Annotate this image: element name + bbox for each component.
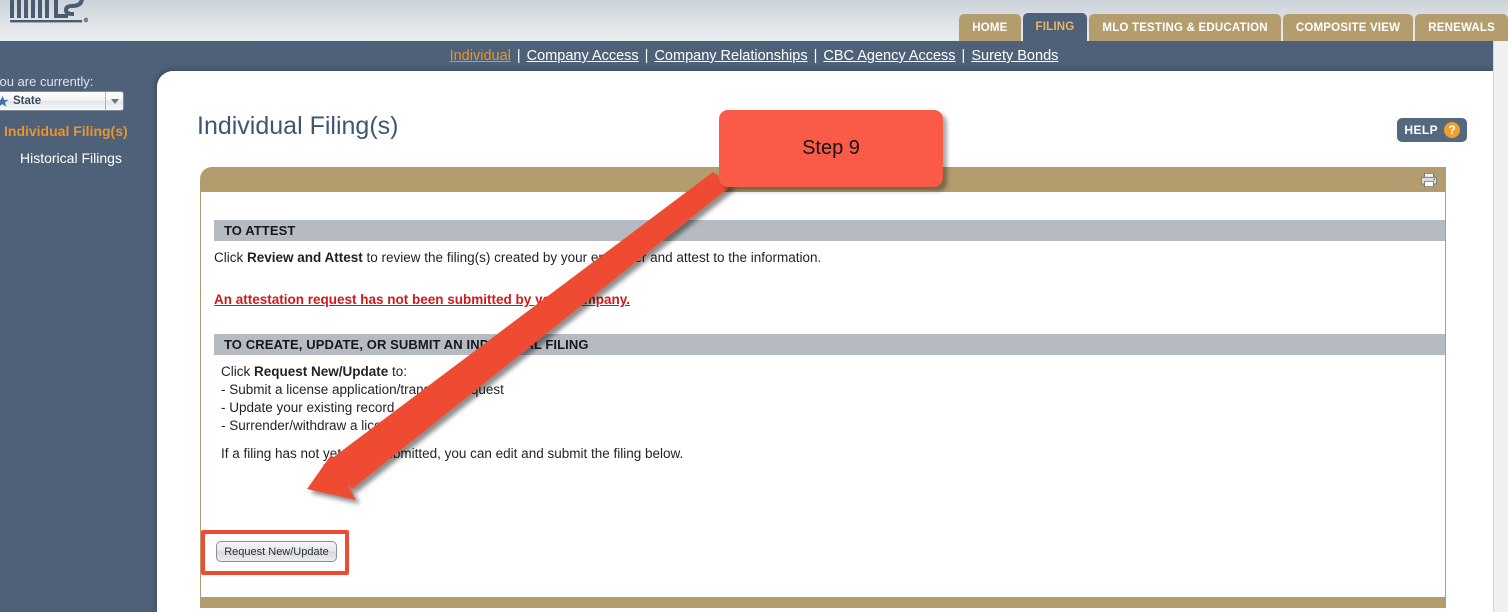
attest-instruction-prefix: Click xyxy=(214,250,247,265)
tab-mlo-testing-education-label: MLO TESTING & EDUCATION xyxy=(1102,21,1268,34)
create-bullet-3: - Surrender/withdraw a license xyxy=(221,418,404,433)
chevron-down-icon[interactable] xyxy=(105,92,123,110)
tab-home[interactable]: HOME xyxy=(959,14,1021,41)
page-title: Individual Filing(s) xyxy=(197,112,399,140)
step-callout-label: Step 9 xyxy=(802,137,860,159)
section-header-to-create: TO CREATE, UPDATE, OR SUBMIT AN INDIVIDU… xyxy=(214,334,1445,355)
subnav-link-company-access[interactable]: Company Access xyxy=(527,48,639,64)
step-callout-box: Step 9 xyxy=(719,110,943,187)
request-new-update-button[interactable]: Request New/Update xyxy=(216,541,337,562)
left-sidebar: You are currently: State Individual Fili… xyxy=(0,71,157,612)
page-scrollbar[interactable] xyxy=(1493,41,1508,612)
tab-renewals-label: RENEWALS xyxy=(1428,21,1495,34)
tab-filing[interactable]: FILING xyxy=(1022,13,1088,41)
tab-home-label: HOME xyxy=(972,21,1008,34)
subnav-link-individual[interactable]: Individual xyxy=(450,48,511,64)
tab-filing-label: FILING xyxy=(1035,21,1075,33)
attest-instruction-text: Click Review and Attest to review the fi… xyxy=(214,250,821,265)
sub-navigation-bar: Individual | Company Access | Company Re… xyxy=(0,41,1508,71)
printer-icon[interactable] xyxy=(1420,172,1438,188)
attest-instruction-bold: Review and Attest xyxy=(247,250,363,265)
sidebar-item-historical-filings[interactable]: Historical Filings xyxy=(0,148,157,168)
attestation-warning-text: An attestation request has not been subm… xyxy=(214,292,631,307)
subnav-link-cbc-agency-access[interactable]: CBC Agency Access xyxy=(823,48,955,64)
create-bullet-2: - Update your existing record xyxy=(221,400,395,415)
create-instruction-prefix: Click xyxy=(221,364,254,379)
section-header-to-attest: TO ATTEST xyxy=(214,220,1445,241)
sidebar-item-individual-filings-label: Individual Filing(s) xyxy=(4,123,128,139)
sidebar-currently-label: You are currently: xyxy=(0,74,94,89)
tab-renewals[interactable]: RENEWALS xyxy=(1415,14,1508,41)
logo-band: HOME FILING MLO TESTING & EDUCATION COMP… xyxy=(0,0,1508,41)
tab-composite-view[interactable]: COMPOSITE VIEW xyxy=(1282,14,1414,41)
create-edit-line: If a filing has not yet been submitted, … xyxy=(221,446,684,461)
sidebar-item-historical-filings-label: Historical Filings xyxy=(20,150,122,166)
sidebar-item-individual-filings[interactable]: Individual Filing(s) xyxy=(0,121,157,141)
account-context-value: State xyxy=(13,95,42,107)
subnav-link-company-relationships[interactable]: Company Relationships xyxy=(654,48,807,64)
subnav-separator-3: | xyxy=(813,48,818,64)
star-icon xyxy=(0,95,9,108)
nmls-logo xyxy=(8,0,88,24)
help-button[interactable]: HELP ? xyxy=(1397,118,1467,142)
create-instruction-suffix: to: xyxy=(388,364,408,379)
help-button-label: HELP xyxy=(1404,123,1438,137)
tab-composite-view-label: COMPOSITE VIEW xyxy=(1295,21,1401,34)
subnav-separator-4: | xyxy=(961,48,966,64)
attest-instruction-suffix: to review the filing(s) created by your … xyxy=(362,250,822,265)
primary-tab-bar: HOME FILING MLO TESTING & EDUCATION COMP… xyxy=(959,13,1508,41)
subnav-link-surety-bonds[interactable]: Surety Bonds xyxy=(971,48,1058,64)
subnav-separator-1: | xyxy=(516,48,521,64)
create-instruction-bold: Request New/Update xyxy=(254,364,389,379)
filing-content-box: TO ATTEST Click Review and Attest to rev… xyxy=(200,192,1446,597)
section-header-to-create-label: TO CREATE, UPDATE, OR SUBMIT AN INDIVIDU… xyxy=(224,337,589,352)
subnav-separator-2: | xyxy=(644,48,649,64)
tab-mlo-testing-education[interactable]: MLO TESTING & EDUCATION xyxy=(1089,14,1281,41)
section-header-to-attest-label: TO ATTEST xyxy=(224,223,296,238)
account-context-select[interactable]: State xyxy=(0,91,124,111)
nmls-application-window: HOME FILING MLO TESTING & EDUCATION COMP… xyxy=(0,0,1508,612)
create-bullet-1: - Submit a license application/transitio… xyxy=(221,382,504,397)
create-instruction-text: Click Request New/Update to: xyxy=(221,364,407,379)
content-footer-bar xyxy=(200,597,1446,608)
question-mark-icon: ? xyxy=(1444,122,1460,138)
